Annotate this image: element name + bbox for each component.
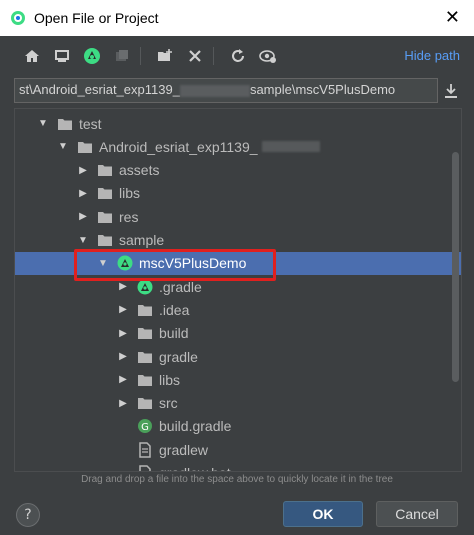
new-folder-icon[interactable]: [153, 44, 177, 68]
tree-row[interactable]: ▼ Android_esriat_exp1139_: [15, 135, 461, 158]
redacted-segment: [261, 141, 320, 153]
tree-row-label: libs: [159, 371, 181, 388]
folder-icon: [137, 325, 153, 341]
tree-row-label: build: [159, 325, 189, 342]
toolbar: Hide path: [0, 36, 474, 76]
toolbar-separator: [140, 47, 141, 65]
tree-row-label: src: [159, 395, 178, 412]
tree-row[interactable]: ▶ src: [15, 392, 461, 415]
redacted-segment: [179, 84, 250, 97]
collapsed-arrow-icon[interactable]: ▶: [117, 328, 129, 339]
collapsed-arrow-icon[interactable]: ▶: [77, 188, 89, 199]
file-icon: [137, 465, 153, 471]
android-folder-icon: [137, 279, 153, 295]
folder-icon: [137, 372, 153, 388]
collapsed-arrow-icon[interactable]: ▶: [77, 211, 89, 222]
project-icon[interactable]: [80, 44, 104, 68]
tree-row[interactable]: ▼ sample: [15, 229, 461, 252]
path-row: st\Android_esriat_exp1139_ sample\mscV5Pl…: [0, 76, 474, 106]
tree-row[interactable]: ▶ .idea: [15, 298, 461, 321]
android-studio-icon: [11, 11, 25, 25]
expanded-arrow-icon[interactable]: ▼: [37, 118, 49, 129]
delete-icon[interactable]: [183, 44, 207, 68]
folder-icon: [57, 116, 73, 132]
desktop-icon[interactable]: [50, 44, 74, 68]
folder-icon: [137, 395, 153, 411]
collapsed-arrow-icon[interactable]: ▶: [77, 165, 89, 176]
close-icon[interactable]: ✕: [445, 7, 460, 28]
tree-row-label: .gradle: [159, 278, 202, 295]
collapsed-arrow-icon[interactable]: ▶: [117, 374, 129, 385]
show-hidden-icon[interactable]: [256, 44, 280, 68]
folder-icon: [77, 139, 93, 155]
path-input[interactable]: st\Android_esriat_exp1139_ sample\mscV5Pl…: [14, 78, 438, 103]
window-title: Open File or Project: [34, 10, 159, 26]
file-tree[interactable]: ▼ test ▼ Android_esriat_exp1139_ ▶ assets ▶ lib…: [14, 108, 462, 472]
folder-icon: [97, 209, 113, 225]
expanded-arrow-icon[interactable]: ▼: [57, 141, 69, 152]
collapsed-arrow-icon[interactable]: ▶: [117, 281, 129, 292]
help-button[interactable]: ?: [16, 503, 40, 527]
tree-row[interactable]: ▶ assets: [15, 159, 461, 182]
tree-row-selected[interactable]: ▼ mscV5PlusDemo: [15, 251, 461, 275]
folder-icon: [97, 232, 113, 248]
tree-row[interactable]: ▶ gradle: [15, 345, 461, 368]
module-icon: [110, 44, 134, 68]
tree-row[interactable]: gradlew: [15, 438, 461, 461]
gradle-file-icon: G: [137, 418, 153, 434]
tree-row[interactable]: ▶ libs: [15, 368, 461, 391]
folder-icon: [97, 162, 113, 178]
collapsed-arrow-icon[interactable]: ▶: [117, 304, 129, 315]
path-prefix: st\Android_esriat_exp1139_: [19, 82, 180, 97]
path-suffix: sample\mscV5PlusDemo: [249, 82, 396, 97]
file-icon: [137, 441, 153, 458]
tree-row-label: sample: [119, 232, 165, 248]
folder-icon: [137, 302, 153, 318]
tree-row[interactable]: gradlew.bat: [15, 462, 461, 471]
refresh-icon[interactable]: [226, 44, 250, 68]
toolbar-separator: [213, 47, 214, 65]
tree-row-label: libs: [119, 185, 141, 202]
cancel-button[interactable]: Cancel: [376, 501, 458, 527]
collapsed-arrow-icon[interactable]: ▶: [117, 398, 129, 409]
expanded-arrow-icon[interactable]: ▼: [97, 258, 109, 269]
collapsed-arrow-icon[interactable]: ▶: [117, 351, 129, 362]
tree-row-label: Android_esriat_exp1139_: [99, 138, 258, 155]
ok-button[interactable]: OK: [283, 501, 363, 527]
tree-row-label: gradlew: [159, 441, 209, 458]
drag-drop-hint: Drag and drop a file into the space abov…: [81, 474, 393, 485]
hide-path-link[interactable]: Hide path: [404, 48, 460, 63]
tree-row-label: gradle: [159, 348, 198, 365]
tree-row-label: assets: [119, 162, 160, 179]
tree-row[interactable]: ▶ .gradle: [15, 275, 461, 298]
tree-row-label: res: [119, 208, 139, 225]
tree-row[interactable]: ▶ libs: [15, 182, 461, 205]
tree-row-label: .idea: [159, 301, 190, 318]
download-icon[interactable]: [444, 83, 458, 99]
svg-text:G: G: [141, 422, 149, 433]
expanded-arrow-icon[interactable]: ▼: [77, 235, 89, 246]
tree-row-label: mscV5PlusDemo: [139, 255, 247, 272]
folder-icon: [137, 349, 153, 365]
tree-scrollbar[interactable]: [452, 152, 459, 382]
tree-row[interactable]: ▼ test: [15, 112, 461, 135]
folder-icon: [97, 185, 113, 201]
tree-row-label: test: [79, 115, 102, 132]
tree-row[interactable]: ▶ res: [15, 205, 461, 228]
title-bar: Open File or Project ✕: [0, 0, 474, 36]
home-icon[interactable]: [20, 44, 44, 68]
tree-row[interactable]: Gbuild.gradle: [15, 415, 461, 438]
tree-row-label: build.gradle: [159, 418, 232, 435]
android-project-icon: [117, 255, 133, 271]
tree-row[interactable]: ▶ build: [15, 322, 461, 345]
tree-row-label: gradlew.bat: [159, 465, 231, 471]
